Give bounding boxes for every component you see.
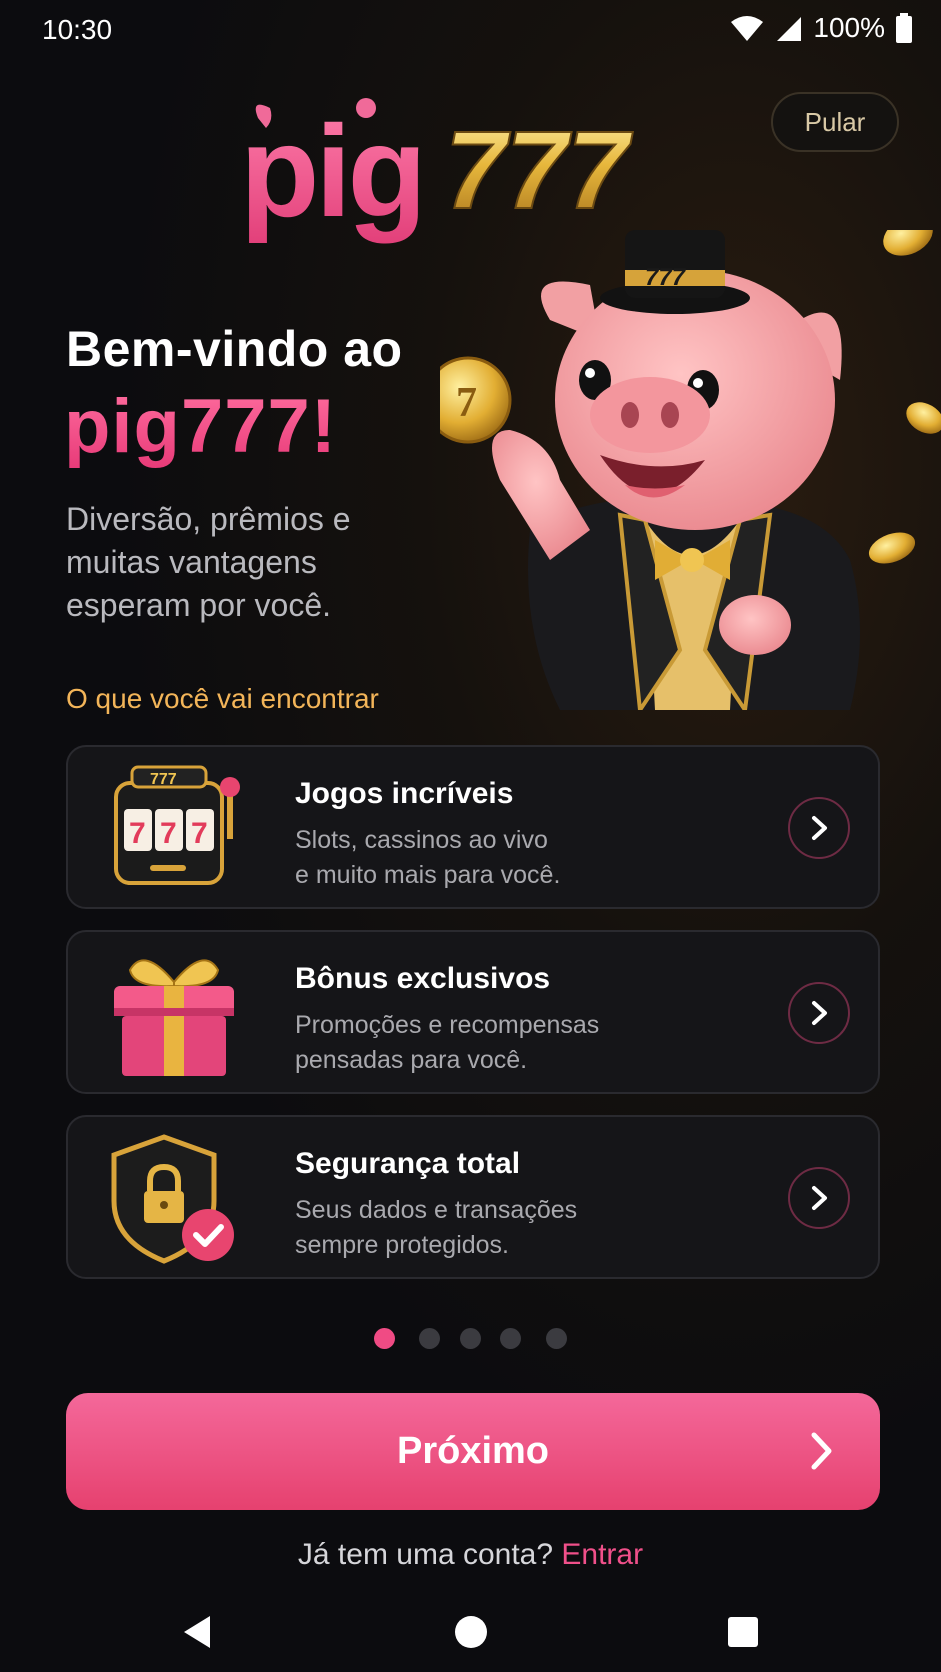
battery-percent: 100% [813, 12, 885, 43]
shield-lock-icon [111, 1134, 234, 1264]
login-prompt-text: Já tem uma conta? [297, 1538, 554, 1571]
svg-text:777: 777 [150, 771, 177, 788]
feature-description: Promoções e recompensas pensadas para vo… [295, 1011, 600, 1074]
feature-title: Segurança total [295, 1147, 521, 1180]
back-icon[interactable] [180, 1614, 214, 1650]
home-icon[interactable] [454, 1614, 488, 1650]
recents-icon[interactable] [726, 1614, 760, 1650]
onboarding-screen: 10:30 100% pig 777 Pular Bem-vindo ao pi… [0, 0, 941, 1672]
feature-card-bonus[interactable]: Bônus exclusivos Promoções e recompensas… [66, 930, 880, 1094]
battery-icon [896, 13, 912, 43]
pagination-dot[interactable] [419, 1328, 440, 1349]
chevron-right-icon [811, 1432, 832, 1470]
svg-text:7: 7 [129, 817, 146, 850]
pagination-dot-active[interactable] [374, 1328, 395, 1349]
svg-text:777: 777 [645, 264, 687, 291]
pagination-dot[interactable] [500, 1328, 521, 1349]
signal-icon [777, 17, 802, 41]
chevron-right-icon[interactable] [788, 797, 850, 859]
svg-text:777: 777 [445, 109, 633, 232]
next-button-label: Próximo [396, 1430, 550, 1472]
feature-description: Slots, cassinos ao vivo e muito mais par… [295, 826, 561, 889]
pagination-dots [0, 1328, 941, 1350]
feature-card-security[interactable]: Segurança total Seus dados e transações … [66, 1115, 880, 1279]
next-button[interactable]: Próximo [66, 1393, 880, 1510]
svg-text:7: 7 [160, 817, 177, 850]
skip-button[interactable]: Pular [771, 92, 899, 152]
pig-mascot-illustration: 7 777 [440, 230, 941, 710]
svg-text:7: 7 [191, 817, 208, 850]
svg-text:pig: pig [240, 98, 423, 244]
slot-machine-icon: 777 7 7 7 [114, 765, 240, 885]
wifi-icon [731, 16, 764, 41]
feature-card-games[interactable]: 777 7 7 7 Jogos incríveis Slots, cassino… [66, 745, 880, 909]
pagination-dot[interactable] [460, 1328, 481, 1349]
feature-description: Seus dados e transações sempre protegido… [295, 1196, 578, 1259]
feature-title: Jogos incríveis [295, 777, 514, 810]
welcome-heading: Bem-vindo ao [66, 321, 403, 377]
status-bar: 10:30 100% [0, 0, 941, 60]
pagination-dot[interactable] [546, 1328, 567, 1349]
features-section-title: O que você vai encontrar [66, 683, 379, 714]
brand-heading: pig777! [64, 384, 338, 469]
chevron-right-icon[interactable] [788, 982, 850, 1044]
login-link[interactable]: Entrar [561, 1538, 643, 1571]
login-prompt: Já tem uma conta? Entrar [0, 1538, 941, 1572]
status-time: 10:30 [42, 14, 113, 45]
system-nav-bar [0, 1596, 941, 1672]
hero-subtitle: Diversão, prêmios e muitas vantagens esp… [66, 501, 351, 623]
gift-icon [114, 959, 234, 1076]
feature-title: Bônus exclusivos [295, 962, 551, 995]
chevron-right-icon[interactable] [788, 1167, 850, 1229]
svg-text:7: 7 [456, 380, 477, 426]
